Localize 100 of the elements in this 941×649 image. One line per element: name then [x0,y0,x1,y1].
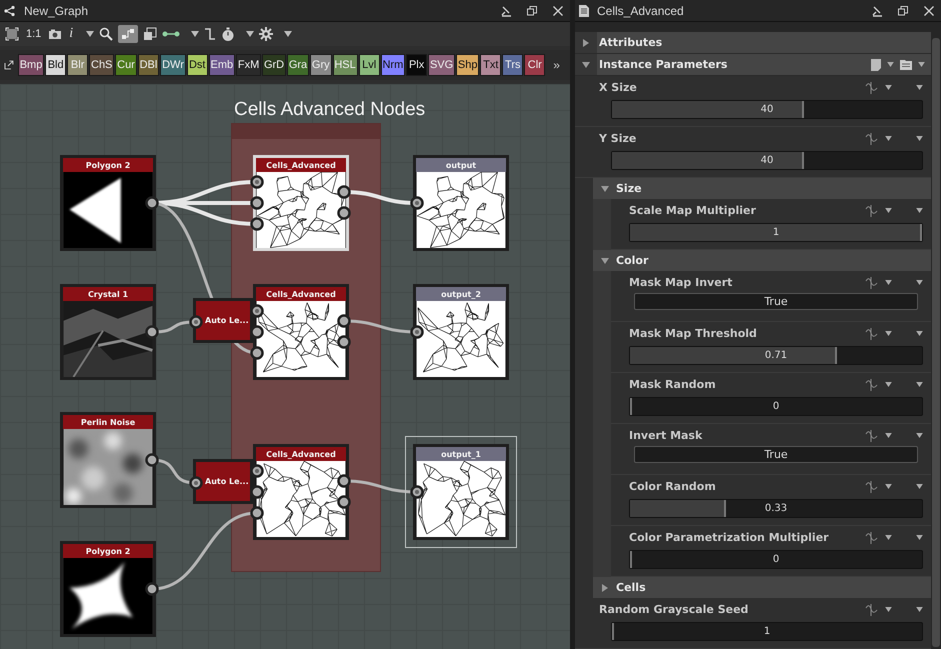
node-port[interactable] [337,495,351,509]
search-icon[interactable] [99,27,114,41]
node-palette-chip[interactable]: Emb [208,54,235,76]
graph-node[interactable]: Polygon 2 [60,541,156,637]
caret-icon[interactable] [885,433,892,438]
function-graph-icon[interactable] [865,276,879,288]
group-header[interactable]: Color [593,250,931,271]
node-palette-chip[interactable]: Bld [45,54,66,76]
actual-size-button[interactable]: 1:1 [24,28,44,40]
restore-icon[interactable] [526,4,538,16]
caret-icon[interactable] [916,382,923,387]
graph-node[interactable]: Cells_Advanced [253,444,349,540]
node-palette-chip[interactable]: Gra [286,54,310,76]
slider-track[interactable]: 0.33 [629,499,923,518]
info-button[interactable]: i [67,26,76,42]
graph-node[interactable]: Crystal 1 [60,284,156,380]
caret-icon[interactable] [916,280,923,285]
node-port[interactable] [250,175,264,189]
node-palette-chip[interactable]: Shp [456,54,480,76]
function-graph-icon[interactable] [865,328,879,340]
graph-node[interactable]: Cells_Advanced [253,284,349,380]
slider-track[interactable]: 0.71 [629,346,923,365]
function-graph-icon[interactable] [865,132,879,144]
graph-node[interactable]: Cells_Advanced [253,155,349,251]
graph-node[interactable]: output_1 [413,444,509,540]
caret-icon[interactable] [916,535,923,540]
slider-track[interactable]: 40 [611,151,923,170]
node-port[interactable] [145,582,159,596]
caret-icon[interactable] [885,331,892,336]
node-port[interactable] [250,506,264,520]
caret-icon[interactable] [885,85,892,90]
node-port[interactable] [250,196,264,210]
node-palette-chip[interactable]: Bmp [18,54,44,76]
layers-icon[interactable] [143,27,158,41]
slider-track[interactable]: 0 [629,550,923,569]
group-header[interactable]: Cells [593,577,931,598]
node-palette-chip[interactable]: ChS [89,54,114,76]
node-palette-chip[interactable]: FxM [236,54,262,76]
graph-node[interactable]: Polygon 2 [60,155,156,251]
close-icon[interactable] [923,4,935,16]
link-icon[interactable] [162,30,180,38]
preset-icon[interactable] [871,58,881,70]
node-port[interactable] [337,314,351,328]
section-header[interactable]: Instance Parameters [575,54,931,76]
node-port[interactable] [145,453,159,467]
expand-triangle-icon[interactable] [601,184,609,192]
graph-node[interactable]: output_2 [413,284,509,380]
caret-icon[interactable] [885,535,892,540]
caret-icon[interactable] [916,433,923,438]
slider-track[interactable]: 1 [611,622,923,641]
caret-icon[interactable] [916,136,923,141]
step-icon[interactable] [204,27,216,41]
caret-icon[interactable] [885,382,892,387]
function-graph-icon[interactable] [865,82,879,94]
node-port[interactable] [337,206,351,220]
caret-icon[interactable] [86,31,94,37]
caret-icon[interactable] [191,31,200,37]
external-link-icon[interactable] [4,60,14,70]
group-header[interactable]: Size [593,178,931,199]
expand-triangle-icon[interactable] [582,60,590,68]
link-mode-button[interactable] [118,25,138,43]
node-port[interactable] [250,304,264,318]
caret-icon[interactable] [916,208,923,213]
settings-icon[interactable] [259,27,274,41]
expand-triangle-icon[interactable] [582,38,590,46]
function-graph-icon[interactable] [865,604,879,616]
caret-icon[interactable] [916,331,923,336]
list-icon[interactable] [900,59,912,70]
node-palette-chip[interactable]: Dst [186,54,208,76]
camera-icon[interactable] [48,28,62,40]
function-graph-icon[interactable] [865,204,879,216]
node-port[interactable] [145,196,159,210]
expand-triangle-icon[interactable] [601,584,609,592]
node-palette-chip[interactable]: Lvl [358,54,380,76]
caret-icon[interactable] [918,62,925,67]
node-port[interactable] [337,185,351,199]
node-port[interactable] [250,485,264,499]
scrollbar-thumb[interactable] [932,38,940,647]
caret-icon[interactable] [284,31,292,37]
restore-icon[interactable] [897,4,909,16]
node-palette-chip[interactable]: Cur [115,54,137,76]
value-dropdown[interactable]: True [634,446,918,463]
node-port[interactable] [189,476,203,490]
function-graph-icon[interactable] [865,480,879,492]
graph-node[interactable]: Auto Le... [193,298,253,343]
node-port[interactable] [337,474,351,488]
node-palette-chip[interactable]: DWr [160,54,186,76]
node-port[interactable] [250,325,264,339]
node-palette-chip[interactable]: SVG [428,54,455,76]
scrollbar[interactable] [931,22,941,649]
caret-icon[interactable] [885,607,892,612]
slider-track[interactable]: 1 [629,223,923,242]
stopwatch-icon[interactable] [221,26,236,42]
caret-icon[interactable] [887,62,894,67]
node-palette-chip[interactable]: Clr [524,54,546,76]
slider-fill[interactable] [612,101,804,118]
node-port[interactable] [410,485,424,499]
node-port[interactable] [410,196,424,210]
node-palette-chip[interactable]: Plx [406,54,428,76]
slider-track[interactable]: 0 [629,397,923,416]
